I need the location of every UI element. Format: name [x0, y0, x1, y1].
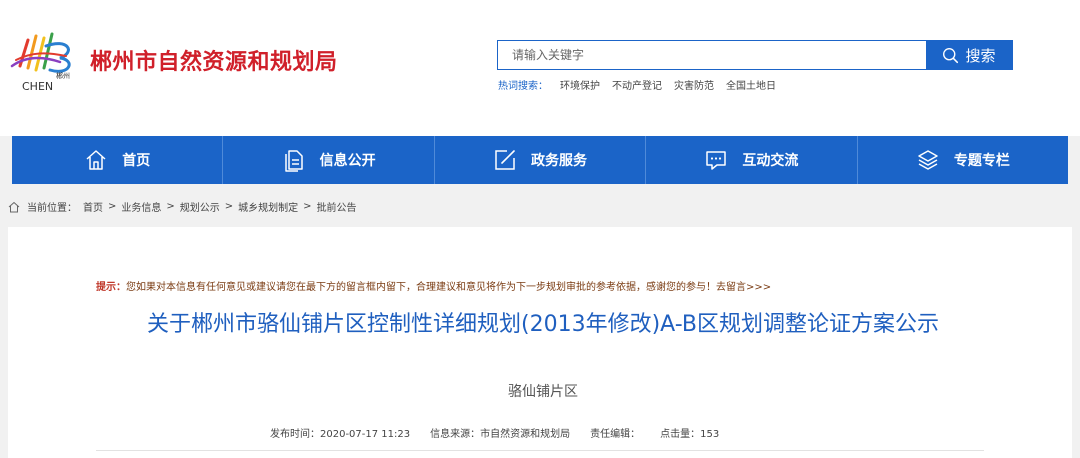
- hot-words-label: 热词搜索：: [498, 81, 548, 92]
- hot-word-link[interactable]: 不动产登记: [612, 77, 662, 92]
- breadcrumb-prefix: 当前位置：: [27, 203, 77, 214]
- nav-item-label: 互动交流: [742, 153, 799, 169]
- logo-text-cn: 郴州: [56, 71, 70, 80]
- nav-item-interaction[interactable]: 互动交流: [646, 136, 858, 184]
- breadcrumb-link[interactable]: 业务信息: [121, 199, 161, 214]
- breadcrumb-separator: >: [108, 201, 117, 212]
- info-source: 信息来源：市自然资源和规划局: [430, 429, 571, 440]
- breadcrumb-link[interactable]: 规划公示: [180, 199, 220, 214]
- search-input[interactable]: [498, 41, 926, 69]
- breadcrumb-separator: >: [224, 201, 234, 212]
- divider: [96, 450, 984, 451]
- tip-label: 提示：: [96, 282, 126, 293]
- nav-item-label: 信息公开: [319, 153, 376, 169]
- layers-icon: [918, 150, 938, 170]
- hot-word-link[interactable]: 全国土地日: [726, 77, 776, 92]
- nav-item-label: 政务服务: [531, 153, 588, 169]
- document-icon: [284, 150, 303, 172]
- nav-item-info-disclosure[interactable]: 信息公开: [223, 136, 435, 184]
- responsible-editor: 责任编辑：: [590, 429, 641, 440]
- nav-item-government-services[interactable]: 政务服务: [435, 136, 647, 184]
- nav-item-label: 专题专栏: [953, 153, 1010, 169]
- comment-tip: 提示：您如果对本信息有任何意见或建议请您在最下方的留言框内留下，合理建议和意见将…: [96, 278, 771, 293]
- home-icon: [86, 150, 106, 170]
- search-button-label: 搜索: [965, 46, 996, 65]
- hot-word-link[interactable]: 环境保护: [560, 77, 600, 92]
- nav-item-home[interactable]: 首页: [12, 136, 224, 184]
- breadcrumb-link[interactable]: 批前公告: [317, 199, 357, 214]
- nav-item-label: 首页: [122, 153, 151, 169]
- breadcrumb-link[interactable]: 首页: [83, 199, 103, 214]
- logo-text-en: CHEN: [22, 80, 53, 93]
- search-icon: [943, 47, 959, 63]
- hot-word-link[interactable]: 灾害防范: [674, 77, 714, 92]
- leave-comment-link[interactable]: 去留言>>>: [716, 282, 771, 293]
- hot-words: 热词搜索： 环境保护 不动产登记 灾害防范 全国土地日: [498, 77, 776, 92]
- search-box: 搜索: [497, 40, 1013, 70]
- article-panel: 提示：您如果对本信息有任何意见或建议请您在最下方的留言框内留下，合理建议和意见将…: [8, 227, 1072, 458]
- main-nav: 首页 信息公开 政务服务 互动交流 专题专栏: [12, 136, 1068, 184]
- article-subtitle: 骆仙铺片区: [508, 384, 578, 400]
- breadcrumb-separator: >: [303, 201, 312, 212]
- edit-icon: [495, 150, 515, 170]
- article-meta: 发布时间：2020-07-17 11:23 信息来源：市自然资源和规划局 责任编…: [270, 425, 719, 440]
- breadcrumb-separator: >: [166, 201, 175, 212]
- chat-icon: [706, 151, 727, 170]
- site-logo[interactable]: 郴州 CHEN: [6, 26, 82, 96]
- breadcrumb-link[interactable]: 城乡规划制定: [238, 199, 298, 214]
- hit-count: 点击量：153: [660, 429, 720, 440]
- publish-time: 发布时间：2020-07-17 11:23: [270, 429, 411, 440]
- nav-item-special-topics[interactable]: 专题专栏: [858, 136, 1068, 184]
- tip-text: 您如果对本信息有任何意见或建议请您在最下方的留言框内留下，合理建议和意见将作为下…: [126, 282, 716, 293]
- search-button[interactable]: 搜索: [926, 41, 1012, 69]
- breadcrumb: 当前位置： 首页 > 业务信息 > 规划公示 > 城乡规划制定 > 批前公告: [8, 199, 357, 214]
- article-title: 关于郴州市骆仙铺片区控制性详细规划(2013年修改)A-B区规划调整论证方案公示: [147, 312, 939, 337]
- home-icon: [8, 201, 20, 212]
- site-title: 郴州市自然资源和规划局: [90, 50, 338, 75]
- site-header: 郴州 CHEN 郴州市自然资源和规划局 搜索 热词搜索： 环境保护 不动产登记 …: [0, 0, 1080, 136]
